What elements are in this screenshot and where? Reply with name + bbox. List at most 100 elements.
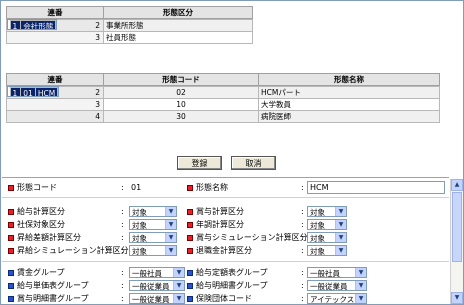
chevron-down-icon[interactable]: ▼ [335, 207, 346, 216]
window-frame: 連番 形態区分 1 会社形態 2 事業所形態 3 社員形態 連番 形態コード 形… [0, 0, 464, 305]
colon: : [121, 268, 124, 277]
colon: : [301, 207, 304, 216]
left-field-select[interactable]: 対象 ▼ [129, 232, 177, 243]
right-field-select[interactable]: アイテックス ▼ [307, 293, 367, 304]
chevron-down-icon[interactable]: ▼ [165, 207, 176, 216]
colon: : [301, 220, 304, 229]
left-field-label: 給与単価表グループ [8, 280, 89, 291]
colon: : [121, 220, 124, 229]
chevron-down-icon[interactable]: ▼ [173, 281, 184, 290]
right-field-label: 給与定額表グループ [187, 267, 268, 278]
scroll-thumb[interactable] [452, 192, 462, 262]
right-field-select[interactable]: 対象 ▼ [307, 206, 347, 217]
type-code-value: 01 [131, 183, 142, 192]
type-name-label-text: 形態名称 [196, 183, 228, 192]
colon: : [301, 233, 304, 242]
form-divider [2, 177, 449, 178]
left-field-label: 社保対象区分 [8, 219, 65, 230]
colon: : [301, 183, 304, 192]
right-field-label: 退職金計算区分 [187, 245, 252, 256]
blue-square-icon [187, 269, 193, 276]
right-field-label-text: 退職金計算区分 [196, 246, 252, 255]
colon: : [121, 233, 124, 242]
colon: : [121, 207, 124, 216]
right-field-select-value: 対象 [310, 234, 325, 243]
left-field-select[interactable]: 対象 ▼ [129, 219, 177, 230]
table-row[interactable]: 3 10 大学教員 [6, 98, 440, 111]
left-field-select-value: 一般従業員 [132, 282, 170, 291]
row-code: 01 [20, 87, 36, 96]
left-field-select[interactable]: 一般社員 ▼ [129, 267, 185, 278]
colon: : [301, 246, 304, 255]
left-field-label-text: 昇給差額計算区分 [17, 233, 81, 242]
row-name: 大学教員 [258, 98, 440, 111]
left-field-label-text: 給与計算区分 [17, 207, 65, 216]
chevron-down-icon[interactable]: ▼ [173, 268, 184, 277]
right-field-label: 賞与シミュレーション計算区分 [187, 232, 308, 243]
left-field-label: 賃金グループ [8, 267, 65, 278]
right-field-select[interactable]: 一般社員 ▼ [307, 267, 367, 278]
chevron-down-icon[interactable]: ▼ [355, 281, 366, 290]
red-square-icon [8, 221, 14, 228]
chevron-down-icon[interactable]: ▼ [355, 268, 366, 277]
chevron-down-icon[interactable]: ▼ [173, 294, 184, 303]
right-field-select[interactable]: 一般従業員 ▼ [307, 280, 367, 291]
table-row[interactable]: 4 30 病院医師 [6, 110, 440, 123]
left-field-label: 給与計算区分 [8, 206, 65, 217]
left-field-label-text: 賃金グループ [17, 268, 65, 277]
colon: : [301, 281, 304, 290]
right-field-select-value: 一般社員 [310, 269, 340, 278]
table-row[interactable]: 1 01 HCM [6, 86, 60, 97]
type-name-input[interactable]: HCM [307, 181, 445, 194]
colon: : [301, 294, 304, 303]
chevron-down-icon[interactable]: ▼ [335, 246, 346, 255]
left-field-select[interactable]: 対象 ▼ [129, 206, 177, 217]
right-field-select-value: 一般従業員 [310, 282, 348, 291]
right-field-label-text: 給与定額表グループ [196, 268, 268, 277]
right-field-select[interactable]: 対象 ▼ [307, 232, 347, 243]
left-field-label-text: 賞与明細書グループ [17, 294, 89, 303]
column-header-category: 形態区分 [103, 6, 253, 19]
row-category: 事業所形態 [103, 19, 253, 32]
type-code-label: 形態コード [8, 182, 57, 193]
chevron-down-icon[interactable]: ▼ [165, 220, 176, 229]
chevron-down-icon[interactable]: ▼ [335, 220, 346, 229]
form-divider [2, 261, 449, 262]
table-row[interactable]: 1 会社形態 [6, 19, 58, 30]
left-field-label-text: 昇給シミュレーション計算区分 [17, 246, 129, 255]
chevron-down-icon[interactable]: ▼ [165, 233, 176, 242]
type-table: 連番 形態コード 形態名称 1 01 HCM 2 02 HCMパート 3 10 … [6, 73, 440, 123]
right-field-select[interactable]: 対象 ▼ [307, 245, 347, 256]
red-square-icon [187, 234, 193, 241]
table-row[interactable]: 3 社員形態 [6, 31, 253, 44]
left-field-label: 昇給シミュレーション計算区分 [8, 245, 129, 256]
red-square-icon [8, 247, 14, 254]
vertical-scrollbar[interactable]: ▲ ▼ [450, 179, 463, 304]
cancel-button[interactable]: 取消 [231, 156, 276, 170]
left-field-select[interactable]: 一般従業員 ▼ [129, 280, 185, 291]
blue-square-icon [187, 295, 193, 302]
chevron-down-icon[interactable]: ▼ [335, 233, 346, 242]
scroll-down-icon[interactable]: ▼ [451, 292, 463, 304]
table-row[interactable]: 2 02 HCMパート [6, 86, 440, 99]
row-name: HCMパート [258, 86, 440, 99]
left-field-select[interactable]: 一般従業員 ▼ [129, 293, 185, 304]
right-field-select[interactable]: 対象 ▼ [307, 219, 347, 230]
register-button[interactable]: 登録 [177, 156, 222, 170]
right-field-label: 賞与計算区分 [187, 206, 244, 217]
left-field-select-value: 対象 [132, 234, 147, 243]
column-header-type-code: 形態コード [103, 73, 259, 86]
column-header-type-name: 形態名称 [258, 73, 440, 86]
left-field-label: 賞与明細書グループ [8, 293, 89, 304]
right-field-label-text: 保険団体コード [196, 294, 252, 303]
colon: : [301, 268, 304, 277]
right-field-select-value: 対象 [310, 247, 325, 256]
scroll-up-icon[interactable]: ▲ [451, 179, 463, 191]
chevron-down-icon[interactable]: ▼ [165, 246, 176, 255]
left-field-select[interactable]: 対象 ▼ [129, 245, 177, 256]
blue-square-icon [8, 282, 14, 289]
chevron-down-icon[interactable]: ▼ [355, 294, 366, 303]
red-square-icon [187, 208, 193, 215]
column-header-serial: 連番 [6, 73, 104, 86]
left-field-select-value: 対象 [132, 247, 147, 256]
